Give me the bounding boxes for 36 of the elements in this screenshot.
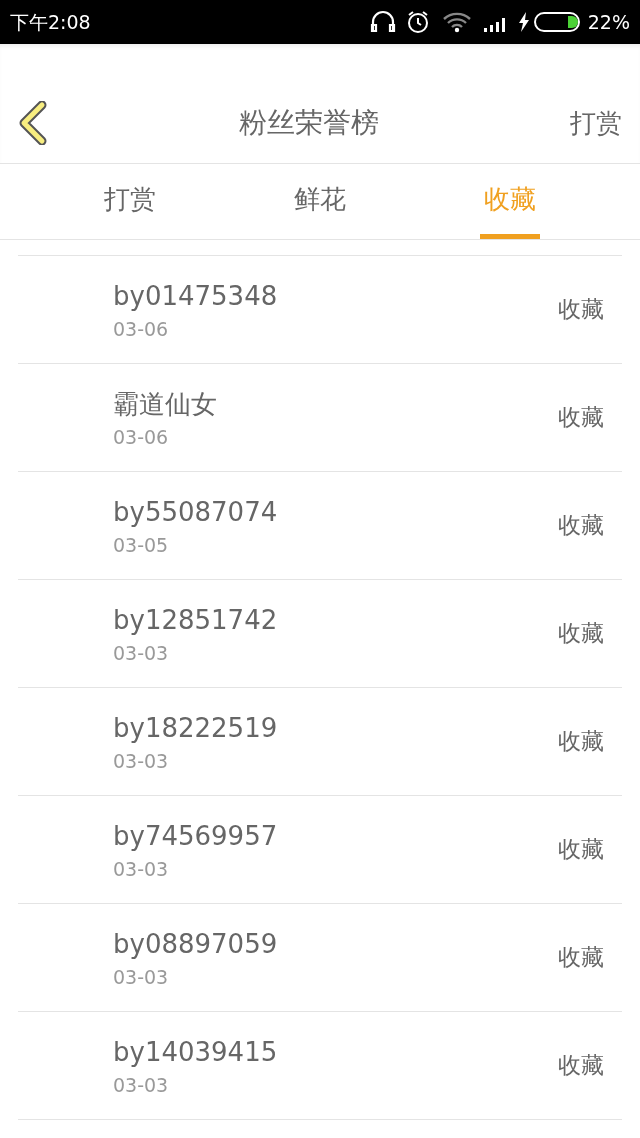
support-type: 收藏 <box>558 511 604 541</box>
fan-date: 03-05 <box>113 532 170 558</box>
fan-date: 03-03 <box>113 1072 170 1098</box>
page-title: 粉丝荣誉榜 <box>239 105 379 141</box>
headphones-icon <box>369 10 396 34</box>
support-type: 收藏 <box>558 295 604 325</box>
fan-date: 03-06 <box>113 316 170 342</box>
support-type: 收藏 <box>558 727 604 757</box>
status-time: 下午2:08 <box>10 9 91 35</box>
fan-date: 03-03 <box>113 748 170 774</box>
support-type: 收藏 <box>558 1051 604 1081</box>
battery-icon <box>533 11 582 33</box>
fan-name: by12851742 <box>113 603 279 637</box>
wifi-icon <box>441 11 472 33</box>
tab[interactable]: 鲜花 <box>290 164 350 239</box>
fan-name: by14039415 <box>113 1035 279 1069</box>
support-type: 收藏 <box>558 835 604 865</box>
fan-date: 03-03 <box>113 964 170 990</box>
fan-name: by08897059 <box>113 927 279 961</box>
battery-percent: 22% <box>587 9 630 35</box>
fan-date: 03-06 <box>113 424 170 450</box>
fan-name: by74569957 <box>113 819 279 853</box>
fan-date: 03-03 <box>113 856 170 882</box>
support-type: 收藏 <box>558 619 604 649</box>
support-type: 收藏 <box>558 403 604 433</box>
charging-icon <box>517 12 530 32</box>
tab[interactable]: 打赏 <box>100 164 160 239</box>
fan-name: 霸道仙女 <box>113 387 218 421</box>
fan-name: by55087074 <box>113 495 279 529</box>
alarm-icon <box>405 10 430 34</box>
fan-name: by01475348 <box>113 279 279 313</box>
support-type: 收藏 <box>558 943 604 973</box>
back-button[interactable] <box>18 101 48 145</box>
fan-date: 03-03 <box>113 640 170 666</box>
fan-name: by18222519 <box>113 711 279 745</box>
reward-link[interactable]: 打赏 <box>570 103 622 143</box>
